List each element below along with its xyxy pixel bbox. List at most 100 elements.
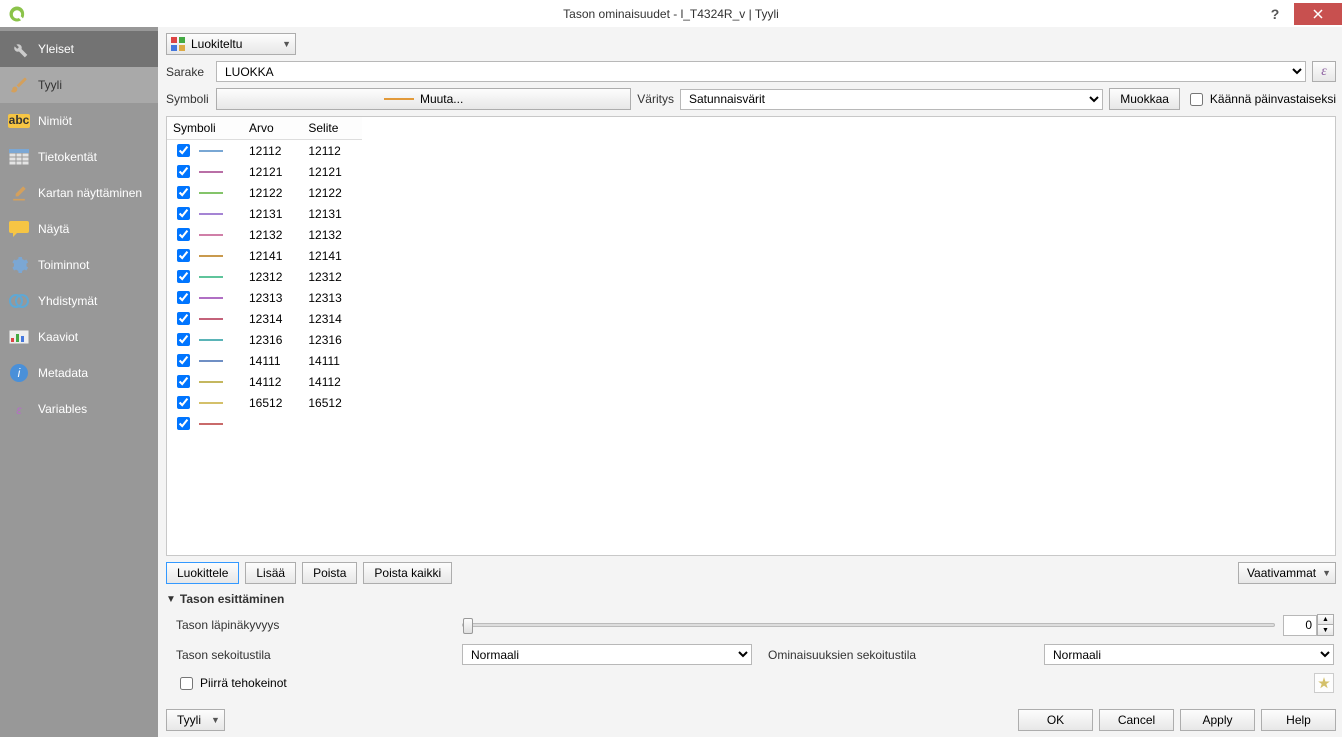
table-row[interactable]: 1231412314 [167, 308, 362, 329]
header-legend[interactable]: Selite [302, 117, 361, 140]
sidebar-item-fields[interactable]: Tietokentät [0, 139, 158, 175]
sidebar-item-actions[interactable]: Toiminnot [0, 247, 158, 283]
table-row[interactable] [167, 413, 362, 434]
sidebar-item-label: Toiminnot [38, 258, 89, 272]
line-swatch-icon [199, 318, 223, 320]
table-row[interactable]: 1411214112 [167, 371, 362, 392]
rendering-section-label: Tason esittäminen [180, 592, 284, 606]
sidebar-item-label: Variables [38, 402, 87, 416]
invert-checkbox[interactable]: Käännä päinvastaiseksi [1186, 90, 1336, 109]
close-button[interactable] [1294, 3, 1342, 25]
apply-button[interactable]: Apply [1180, 709, 1255, 731]
row-checkbox[interactable] [177, 291, 190, 304]
delete-button[interactable]: Poista [302, 562, 357, 584]
abc-icon: abc [8, 110, 30, 132]
style-menu-button[interactable]: Tyyli ▼ [166, 709, 225, 731]
sidebar-item-metadata[interactable]: i Metadata [0, 355, 158, 391]
row-checkbox[interactable] [177, 228, 190, 241]
sidebar-item-diagrams[interactable]: Kaaviot [0, 319, 158, 355]
classify-button[interactable]: Luokittele [166, 562, 239, 584]
row-checkbox[interactable] [177, 249, 190, 262]
draw-effects-checkbox[interactable]: Piirrä tehokeinot [176, 674, 456, 693]
titlebar: Tason ominaisuudet - l_T4324R_v | Tyyli … [0, 0, 1342, 27]
spin-arrows[interactable]: ▲▼ [1317, 614, 1334, 636]
symbol-button[interactable]: Muuta... [216, 88, 631, 110]
row-checkbox[interactable] [177, 312, 190, 325]
window-title: Tason ominaisuudet - l_T4324R_v | Tyyli [563, 7, 779, 21]
sidebar-item-style[interactable]: Tyyli [0, 67, 158, 103]
row-checkbox[interactable] [177, 165, 190, 178]
opacity-slider[interactable] [462, 623, 1275, 627]
row-value: 12313 [243, 287, 302, 308]
categories-list[interactable]: Symboli Arvo Selite 12112121121212112121… [166, 116, 1336, 556]
row-legend: 12316 [302, 329, 361, 350]
row-value: 16512 [243, 392, 302, 413]
sidebar-item-labels[interactable]: abc Nimiöt [0, 103, 158, 139]
info-icon: i [8, 362, 30, 384]
table-row[interactable]: 1231312313 [167, 287, 362, 308]
help-icon[interactable]: ? [1260, 6, 1290, 22]
join-icon [8, 290, 30, 312]
add-button[interactable]: Lisää [245, 562, 296, 584]
help-button[interactable]: Help [1261, 709, 1336, 731]
table-row[interactable]: 1411114111 [167, 350, 362, 371]
row-checkbox[interactable] [177, 417, 190, 430]
table-row[interactable]: 1213112131 [167, 203, 362, 224]
table-row[interactable]: 1212212122 [167, 182, 362, 203]
table-row[interactable]: 1231612316 [167, 329, 362, 350]
line-swatch-icon [199, 255, 223, 257]
style-menu-label: Tyyli [177, 713, 201, 727]
table-row[interactable]: 1651216512 [167, 392, 362, 413]
close-icon [1313, 9, 1323, 19]
delete-all-button[interactable]: Poista kaikki [363, 562, 452, 584]
tooltip-icon [8, 218, 30, 240]
row-checkbox[interactable] [177, 333, 190, 346]
column-select[interactable]: LUOKKA [216, 61, 1306, 82]
chevron-down-icon: ▼ [1322, 568, 1331, 578]
ok-button[interactable]: OK [1018, 709, 1093, 731]
row-checkbox[interactable] [177, 144, 190, 157]
edit-ramp-button[interactable]: Muokkaa [1109, 88, 1180, 110]
row-checkbox[interactable] [177, 354, 190, 367]
rendering-section-header[interactable]: ▼ Tason esittäminen [166, 590, 1336, 608]
row-value: 12141 [243, 245, 302, 266]
sidebar-item-display[interactable]: Näytä [0, 211, 158, 247]
row-legend: 12121 [302, 161, 361, 182]
row-checkbox[interactable] [177, 207, 190, 220]
table-row[interactable]: 1214112141 [167, 245, 362, 266]
row-legend: 14111 [302, 350, 361, 371]
row-checkbox[interactable] [177, 396, 190, 409]
renderer-combo[interactable]: Luokiteltu ▼ [166, 33, 296, 55]
row-legend: 12312 [302, 266, 361, 287]
effects-button[interactable] [1314, 673, 1334, 693]
symbol-change-label: Muuta... [420, 92, 463, 106]
line-swatch-icon [199, 423, 223, 425]
advanced-button[interactable]: Vaativammat ▼ [1238, 562, 1336, 584]
line-swatch-icon [199, 192, 223, 194]
sidebar-item-rendering[interactable]: Kartan näyttäminen [0, 175, 158, 211]
color-ramp-select[interactable]: Satunnaisvärit [680, 89, 1103, 110]
row-checkbox[interactable] [177, 186, 190, 199]
table-row[interactable]: 1213212132 [167, 224, 362, 245]
table-row[interactable]: 1231212312 [167, 266, 362, 287]
cancel-button[interactable]: Cancel [1099, 709, 1174, 731]
feature-blend-select[interactable]: Normaali [1044, 644, 1334, 665]
chevron-down-icon: ▼ [282, 39, 291, 49]
sidebar-item-joins[interactable]: Yhdistymät [0, 283, 158, 319]
sidebar: Yleiset Tyyli abc Nimiöt Tietokentät Kar… [0, 27, 158, 737]
sidebar-item-general[interactable]: Yleiset [0, 31, 158, 67]
sidebar-item-variables[interactable]: ε Variables [0, 391, 158, 427]
header-value[interactable]: Arvo [243, 117, 302, 140]
expression-button[interactable]: ε [1312, 61, 1336, 82]
row-checkbox[interactable] [177, 375, 190, 388]
blend-label: Tason sekoitustila [176, 648, 456, 662]
header-symbol[interactable]: Symboli [167, 117, 243, 140]
opacity-spinbox[interactable] [1283, 615, 1317, 636]
table-row[interactable]: 1212112121 [167, 161, 362, 182]
chart-icon [8, 326, 30, 348]
draw-effects-label: Piirrä tehokeinot [200, 676, 287, 690]
row-checkbox[interactable] [177, 270, 190, 283]
blend-select[interactable]: Normaali [462, 644, 752, 665]
table-row[interactable]: 1211212112 [167, 140, 362, 162]
sidebar-item-label: Tietokentät [38, 150, 97, 164]
